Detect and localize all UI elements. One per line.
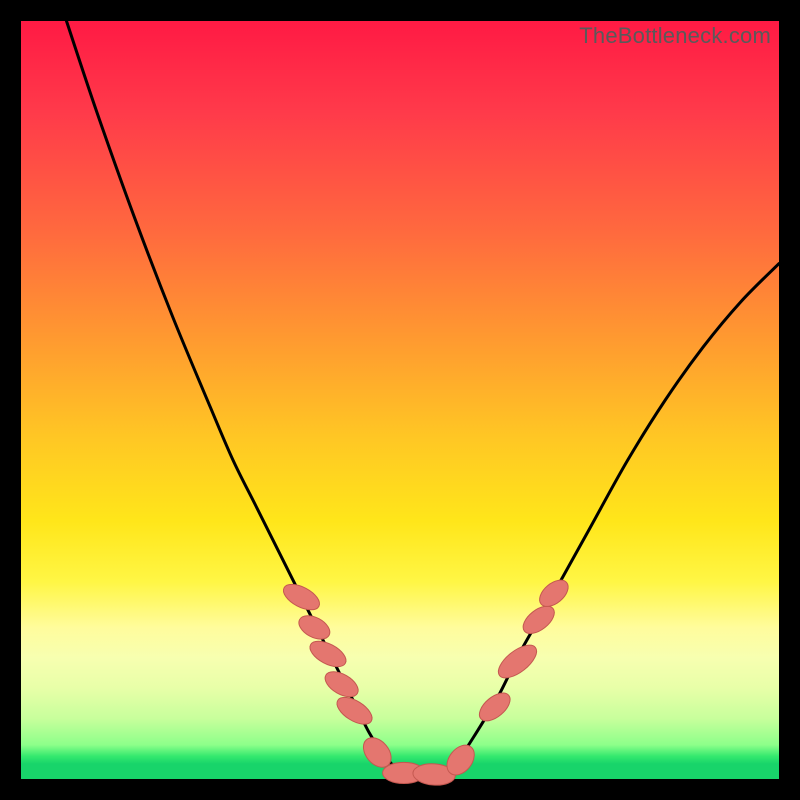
curve-marker (333, 692, 377, 730)
curve-marker (474, 688, 515, 726)
curve-marker (306, 636, 350, 672)
bottleneck-curve (66, 21, 779, 780)
plot-area: TheBottleneck.com (21, 21, 779, 779)
curve-marker (295, 611, 334, 644)
curve-markers (279, 575, 573, 786)
curve-marker (493, 639, 542, 684)
curve-marker (279, 579, 323, 615)
chart-frame: TheBottleneck.com (0, 0, 800, 800)
curve-marker (518, 601, 559, 639)
curve-svg (21, 21, 779, 779)
curve-marker (321, 667, 362, 702)
curve-marker (535, 575, 573, 612)
